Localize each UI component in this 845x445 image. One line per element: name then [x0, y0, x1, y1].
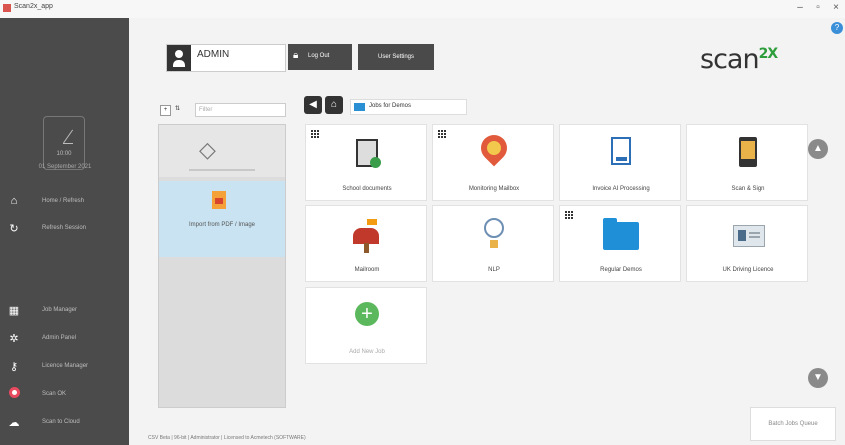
- clock-hand: [63, 129, 74, 144]
- job-tile-nlp[interactable]: NLP: [432, 205, 554, 282]
- job-tile-label: Scan & Sign: [731, 186, 765, 192]
- tree-item-label: Import from PDF / Image: [188, 222, 255, 228]
- plus-icon: +: [355, 302, 379, 326]
- sidebar-item-refresh[interactable]: ↻ Refresh Session: [0, 220, 129, 236]
- mailbox-post: [364, 243, 369, 253]
- sidebar-item-label: Scan to Cloud: [42, 419, 80, 425]
- add-new-job-tile[interactable]: + Add New Job: [305, 287, 427, 364]
- grid-icon: [438, 130, 447, 139]
- brand-logo: scan2X: [700, 44, 778, 75]
- sidebar-item-label: Scan OK: [42, 391, 67, 397]
- document-icon: [356, 139, 381, 168]
- scroll-up-button[interactable]: ▲: [808, 139, 828, 159]
- target-icon: [6, 387, 22, 401]
- username-label: ADMIN: [197, 49, 230, 60]
- job-tile-label: Invoice AI Processing: [592, 186, 650, 192]
- job-tile-label: Regular Demos: [600, 267, 642, 273]
- tree-search-input[interactable]: Filter: [195, 103, 286, 117]
- status-bar: CSV Beta | 96-bit | Administrator | Lice…: [148, 435, 306, 441]
- job-tile-label: Monitoring Mailbox: [468, 186, 520, 192]
- sidebar-item-home[interactable]: ⌂ Home / Refresh: [0, 193, 129, 209]
- home-button[interactable]: ⌂: [325, 96, 343, 114]
- clock-hand: [63, 143, 73, 144]
- job-tile-label: Mailroom: [354, 267, 380, 273]
- sidebar-item-admin-panel[interactable]: ✲ Admin Panel: [0, 330, 129, 346]
- user-box: ADMIN: [166, 44, 286, 72]
- invoice-icon: [611, 137, 631, 165]
- mailbox-icon: [353, 219, 379, 244]
- scroll-down-button[interactable]: ▼: [808, 368, 828, 388]
- grid-icon: [565, 211, 574, 220]
- key-icon: ⚷: [9, 360, 19, 373]
- tree-toolbar: + ⇅ Filter: [160, 103, 286, 117]
- phone-sign-icon: [739, 137, 757, 167]
- back-button[interactable]: ◀: [304, 96, 322, 114]
- sidebar-item-job-manager[interactable]: ▦ Job Manager: [0, 302, 129, 318]
- job-tile-invoice-ai[interactable]: Invoice AI Processing: [559, 124, 681, 201]
- job-tile-uk-driving-licence[interactable]: UK Driving Licence: [686, 205, 808, 282]
- close-button[interactable]: ×: [829, 2, 843, 13]
- sidebar: 10:00 01 September 2021 ⌂ Home / Refresh…: [0, 18, 129, 445]
- sidebar-item-cloud[interactable]: ☁ Scan to Cloud: [0, 414, 129, 430]
- lock-icon: 🔒︎: [293, 50, 299, 61]
- date-label: 01 September 2021: [38, 164, 92, 170]
- logout-label: Log Out: [308, 53, 330, 59]
- window-title: Scan2x_app: [14, 3, 53, 10]
- tree-item-import[interactable]: Import from PDF / Image: [159, 181, 285, 257]
- sidebar-item-label: Job Manager: [42, 307, 78, 313]
- clock-time: 10:00: [56, 151, 72, 157]
- breadcrumb-folder[interactable]: Jobs for Demos: [350, 99, 467, 115]
- clock-widget: 10:00: [43, 116, 85, 170]
- gear-icon: ✲: [9, 332, 19, 345]
- breadcrumb-label: Jobs for Demos: [369, 103, 412, 109]
- tree-panel: ◇ Import from PDF / Image: [158, 124, 286, 408]
- sidebar-item-licence[interactable]: ⚷ Licence Manager: [0, 358, 129, 374]
- maximize-button[interactable]: ▫: [811, 2, 825, 13]
- title-bar: Scan2x_app – ▫ ×: [0, 0, 845, 18]
- sidebar-item-label: Refresh Session: [42, 225, 87, 231]
- help-icon[interactable]: ?: [831, 22, 843, 34]
- job-tile-monitoring-mailbox[interactable]: Monitoring Mailbox: [432, 124, 554, 201]
- expand-icon[interactable]: +: [160, 105, 171, 116]
- folder-icon: [603, 218, 639, 250]
- tree-item-label: [189, 169, 255, 171]
- home-icon: ⌂: [10, 195, 18, 207]
- batch-jobs-queue-button[interactable]: Batch Jobs Queue: [750, 407, 836, 441]
- logout-button[interactable]: 🔒︎ Log Out: [288, 44, 352, 70]
- job-tile-label: NLP: [488, 267, 500, 273]
- sidebar-item-label: Licence Manager: [42, 363, 89, 369]
- folder-icon: [354, 103, 365, 111]
- id-card-icon: [733, 225, 765, 247]
- grid-icon: [311, 130, 320, 139]
- job-tile-regular-demos[interactable]: Regular Demos: [559, 205, 681, 282]
- job-tile-label: Add New Job: [349, 349, 385, 355]
- sidebar-item-label: Admin Panel: [42, 335, 77, 341]
- user-icon: [167, 45, 191, 71]
- job-tile-label: School documents: [342, 186, 392, 192]
- job-tile-scan-sign[interactable]: Scan & Sign: [686, 124, 808, 201]
- minimize-button[interactable]: –: [793, 2, 807, 13]
- refresh-icon: ↻: [9, 222, 19, 235]
- job-tile-mailroom[interactable]: Mailroom: [305, 205, 427, 282]
- sidebar-item-label: Home / Refresh: [42, 198, 85, 204]
- layers-icon: ◇: [199, 137, 216, 162]
- app-icon: [3, 4, 11, 12]
- cloud-icon: ☁: [8, 416, 20, 429]
- sidebar-item-scan-ok[interactable]: Scan OK: [0, 386, 129, 402]
- sort-icon[interactable]: ⇅: [173, 105, 182, 114]
- nlp-icon: [484, 218, 504, 248]
- user-settings-button[interactable]: User Settings: [358, 44, 434, 70]
- job-tile-school-documents[interactable]: School documents: [305, 124, 427, 201]
- job-tile-label: UK Driving Licence: [722, 267, 774, 273]
- tree-item-root[interactable]: ◇: [159, 125, 285, 177]
- grid-icon: ▦: [8, 304, 20, 317]
- location-pin-icon: [475, 129, 513, 167]
- pdf-icon: [212, 191, 226, 209]
